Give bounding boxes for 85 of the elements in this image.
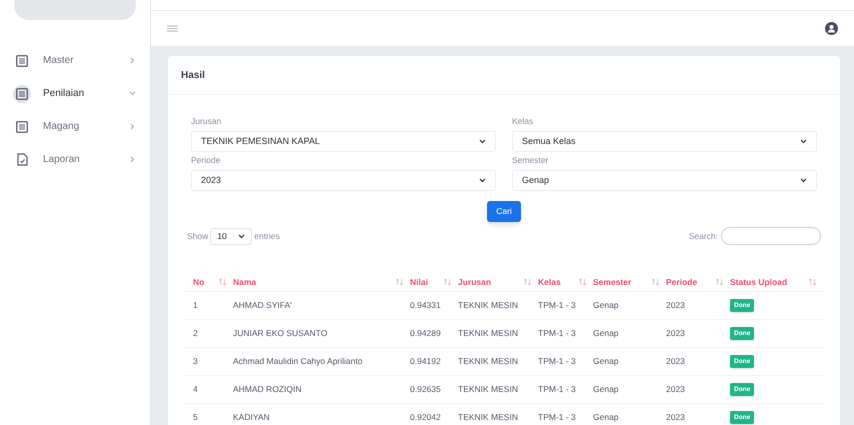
table-cell: 4 — [193, 383, 198, 396]
table-cell: Genap — [593, 383, 619, 396]
table-cell: Genap — [593, 327, 619, 340]
table-cell: AHMAD SYIFA' — [233, 299, 292, 312]
chevron-down-icon — [129, 90, 136, 97]
table-cell: 0.94289 — [410, 327, 441, 340]
table-cell: 2023 — [666, 383, 685, 396]
chevron-right-icon — [129, 57, 136, 64]
sidebar-item[interactable]: Laporan — [0, 143, 150, 176]
column-header[interactable]: Periode — [666, 276, 698, 288]
entries-label: entries — [254, 230, 280, 242]
table-cell: TPM-1 - 3 — [538, 383, 576, 396]
field-label: Periode — [191, 154, 222, 167]
sort-icon[interactable] — [523, 278, 532, 286]
sort-icon[interactable] — [218, 278, 227, 286]
table-cell: TEKNIK MESIN — [458, 327, 518, 340]
table-cell: 1 — [193, 299, 198, 312]
list-icon — [16, 88, 28, 100]
field-label: Semester — [512, 154, 550, 167]
sort-icon[interactable] — [808, 278, 817, 286]
table-cell: Genap — [593, 411, 619, 424]
table-cell: 0.94192 — [410, 355, 441, 368]
chevron-right-icon — [129, 123, 136, 130]
chevron-right-icon — [129, 156, 136, 163]
caret-icon — [479, 139, 486, 144]
table-cell: 0.92042 — [410, 411, 441, 424]
table-cell: 5 — [193, 411, 198, 424]
table-cell: Achmad Maulidin Cahyo Aprilianto — [233, 355, 362, 368]
table-cell: TEKNIK MESIN — [458, 299, 518, 312]
caret-icon — [800, 139, 807, 144]
caret-icon — [800, 178, 807, 183]
table-cell: 3 — [193, 355, 198, 368]
select-field[interactable]: 2023 — [191, 170, 496, 191]
column-header[interactable]: Jurusan — [458, 276, 492, 288]
table-cell: JUNIAR EKO SUSANTO — [233, 327, 328, 340]
table-cell: 2023 — [666, 411, 685, 424]
table-cell: TEKNIK MESIN — [458, 355, 518, 368]
column-header[interactable]: Status Upload — [730, 276, 788, 288]
table-cell: AHMAD ROZIQIN — [233, 383, 302, 396]
table-cell: KADIYAN — [233, 411, 270, 424]
card-title: Hasil — [181, 68, 205, 82]
list-icon — [16, 54, 28, 66]
entries-select[interactable]: 10 — [210, 228, 252, 244]
list-icon — [16, 120, 28, 132]
column-header[interactable]: Nama — [233, 276, 256, 288]
sort-icon[interactable] — [443, 278, 452, 286]
caret-icon — [479, 178, 486, 183]
sort-icon[interactable] — [651, 278, 660, 286]
column-header[interactable]: Kelas — [538, 276, 561, 288]
field-label: Jurusan — [191, 115, 222, 128]
sidebar-item[interactable]: Penilaian — [0, 77, 150, 110]
select-field[interactable]: Genap — [512, 170, 817, 191]
table-cell: 0.92635 — [410, 383, 441, 396]
sort-icon[interactable] — [715, 278, 724, 286]
table-cell: 0.94331 — [410, 299, 441, 312]
user-avatar-icon[interactable] — [825, 22, 838, 35]
search-button[interactable]: Cari — [487, 201, 521, 222]
table-cell: TPM-1 - 3 — [538, 299, 576, 312]
table-cell: Genap — [593, 355, 619, 368]
select-field[interactable]: Semua Kelas — [512, 131, 817, 152]
table-cell: Genap — [593, 299, 619, 312]
table-cell: TEKNIK MESIN — [458, 383, 518, 396]
column-header[interactable]: Nilai — [410, 276, 428, 288]
search-label: Search: — [688, 230, 718, 242]
table-cell: TPM-1 - 3 — [538, 327, 576, 340]
sort-icon[interactable] — [395, 278, 404, 286]
table-cell: TPM-1 - 3 — [538, 355, 576, 368]
column-header[interactable]: No — [193, 276, 204, 288]
table-cell: TEKNIK MESIN — [458, 411, 518, 424]
select-field[interactable]: TEKNIK PEMESINAN KAPAL — [191, 131, 496, 152]
sidebar-item[interactable]: Master — [0, 44, 150, 77]
sort-icon[interactable] — [578, 278, 587, 286]
table-cell: 2023 — [666, 299, 685, 312]
menu-icon[interactable] — [167, 25, 178, 32]
file-check-icon — [16, 153, 28, 166]
field-label: Kelas — [512, 115, 534, 128]
caret-icon — [238, 234, 246, 238]
show-label: Show — [187, 230, 208, 242]
table-cell: TPM-1 - 3 — [538, 411, 576, 424]
table-cell: 2023 — [666, 327, 685, 340]
sidebar-item[interactable]: Magang — [0, 110, 150, 143]
search-field[interactable] — [721, 227, 821, 245]
column-header[interactable]: Semester — [593, 276, 632, 288]
table-cell: 2 — [193, 327, 198, 340]
table-cell: 2023 — [666, 355, 685, 368]
